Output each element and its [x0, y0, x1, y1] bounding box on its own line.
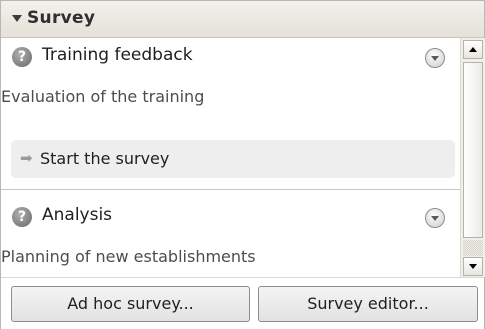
- scroll-down-button[interactable]: [463, 257, 483, 276]
- arrow-up-icon: [469, 47, 477, 52]
- panel-footer: Ad hoc survey... Survey editor...: [1, 277, 484, 329]
- scroll-track[interactable]: [463, 240, 483, 256]
- scroll-thumb[interactable]: [463, 62, 483, 238]
- vertical-scrollbar[interactable]: [460, 38, 485, 277]
- start-survey-button[interactable]: ➡ Start the survey: [11, 140, 455, 178]
- survey-title[interactable]: Analysis: [42, 205, 112, 225]
- survey-panel: Survey ? Training feedback Evaluation of…: [0, 0, 485, 329]
- survey-description: Planning of new establishments: [1, 247, 256, 266]
- survey-description: Evaluation of the training: [1, 87, 205, 106]
- start-survey-label: Start the survey: [40, 149, 170, 168]
- survey-title[interactable]: Training feedback: [42, 45, 193, 65]
- panel-title: Survey: [27, 8, 96, 28]
- survey-editor-button[interactable]: Survey editor...: [258, 286, 478, 322]
- survey-list: ? Training feedback Evaluation of the tr…: [1, 38, 460, 277]
- help-question-icon: ?: [12, 207, 32, 227]
- help-question-icon: ?: [12, 47, 32, 67]
- ad-hoc-survey-button[interactable]: Ad hoc survey...: [11, 286, 250, 322]
- chevron-down-icon: [431, 216, 439, 221]
- triangle-down-icon[interactable]: [12, 15, 22, 22]
- arrow-right-icon: ➡: [20, 149, 33, 167]
- scroll-up-button[interactable]: [463, 40, 483, 59]
- divider: [1, 189, 460, 190]
- chevron-down-icon: [431, 56, 439, 61]
- survey-menu-button[interactable]: [425, 208, 445, 228]
- survey-menu-button[interactable]: [425, 48, 445, 68]
- panel-header[interactable]: Survey: [1, 1, 484, 38]
- arrow-down-icon: [469, 264, 477, 269]
